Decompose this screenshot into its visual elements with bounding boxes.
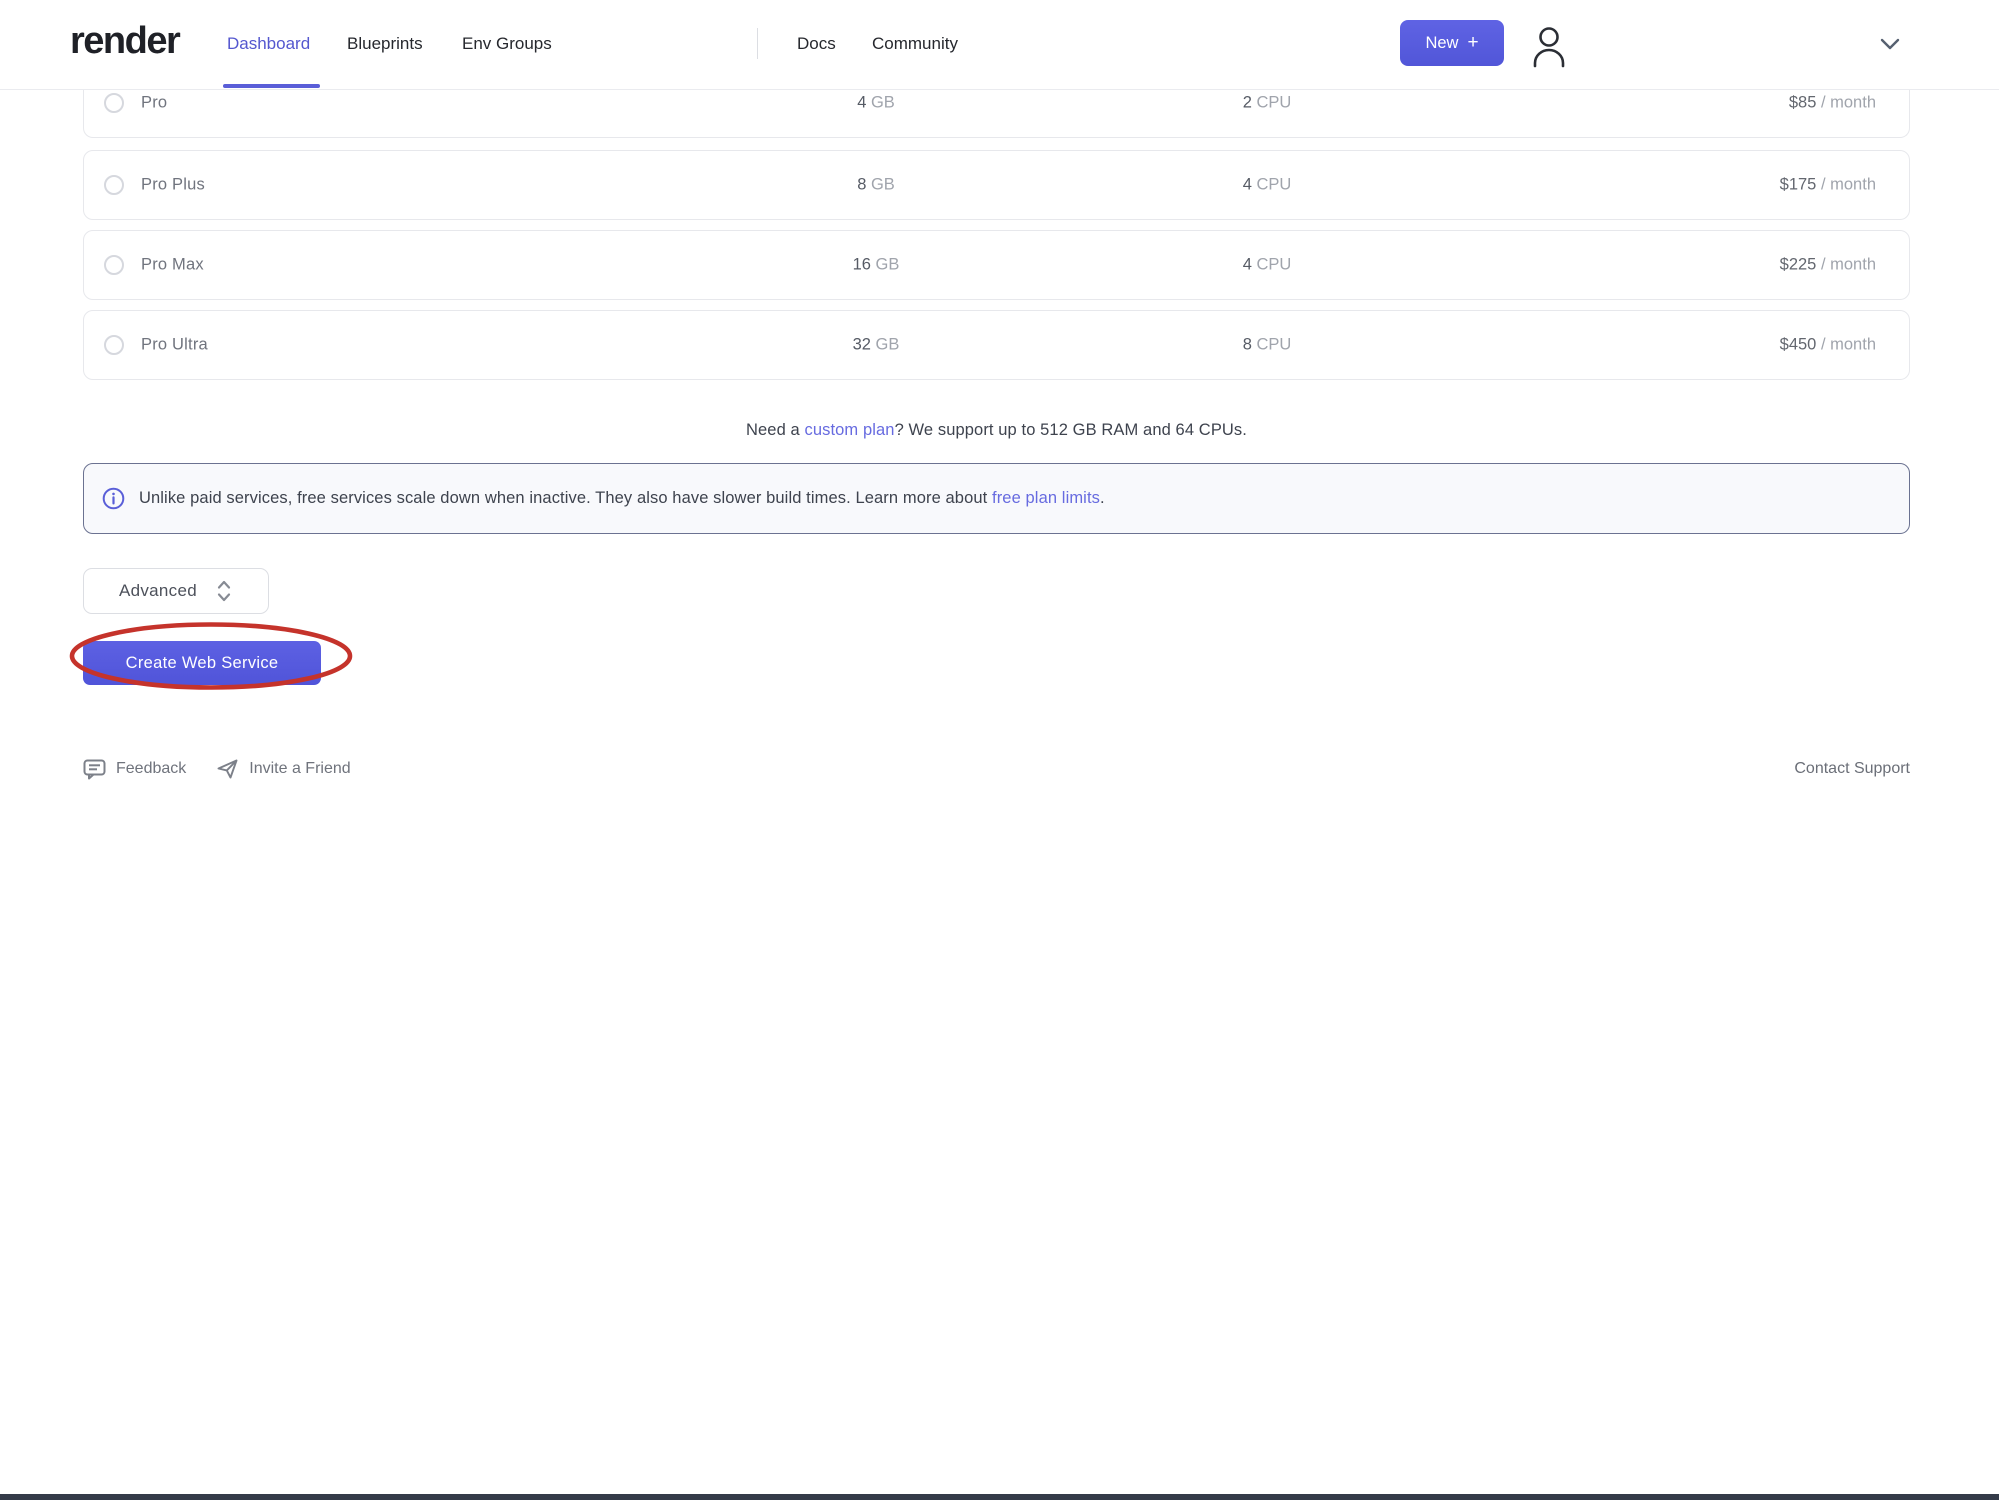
plan-price: $225 / month bbox=[1780, 256, 1876, 275]
feedback-button[interactable]: Feedback bbox=[83, 759, 186, 780]
nav-item-docs[interactable]: Docs bbox=[797, 33, 836, 55]
feedback-bubble-icon bbox=[83, 759, 106, 780]
new-button-label: New bbox=[1425, 34, 1458, 53]
nav-item-blueprints[interactable]: Blueprints bbox=[347, 33, 423, 55]
info-banner-text: Unlike paid services, free services scal… bbox=[139, 489, 1105, 508]
plan-price: $450 / month bbox=[1780, 336, 1876, 355]
plan-ram: 4 GB bbox=[857, 93, 895, 112]
invite-friend-button[interactable]: Invite a Friend bbox=[216, 758, 350, 780]
expand-collapse-icon bbox=[215, 579, 233, 603]
info-circle-icon bbox=[102, 487, 125, 510]
plan-row-pro-plus[interactable]: Pro Plus 8 GB 4 CPU $175 / month bbox=[83, 150, 1910, 220]
plan-row-pro-ultra[interactable]: Pro Ultra 32 GB 8 CPU $450 / month bbox=[83, 310, 1910, 380]
plan-cpu: 4 CPU bbox=[1243, 256, 1292, 275]
plan-name: Pro Ultra bbox=[141, 336, 208, 355]
advanced-toggle[interactable]: Advanced bbox=[83, 568, 269, 614]
plan-radio-pro-ultra[interactable] bbox=[104, 335, 124, 355]
plan-ram: 8 GB bbox=[857, 176, 895, 195]
account-menu-button[interactable] bbox=[1529, 24, 1569, 70]
plan-radio-pro[interactable] bbox=[104, 93, 124, 113]
plan-ram: 16 GB bbox=[853, 256, 900, 275]
nav-item-dashboard[interactable]: Dashboard bbox=[227, 33, 310, 55]
plan-cpu: 4 CPU bbox=[1243, 176, 1292, 195]
plan-selection-section: Pro 4 GB 2 CPU $85 / month Pro Plus 8 GB… bbox=[83, 90, 1910, 782]
plan-name: Pro Plus bbox=[141, 176, 205, 195]
render-create-web-service-page: { "nav": { "logo": "render", "items": [ … bbox=[0, 0, 1999, 1500]
plan-row-pro-max[interactable]: Pro Max 16 GB 4 CPU $225 / month bbox=[83, 230, 1910, 300]
advanced-label: Advanced bbox=[119, 581, 197, 601]
user-avatar-icon bbox=[1529, 24, 1569, 70]
plan-cpu: 8 CPU bbox=[1243, 336, 1292, 355]
custom-plan-note: Need a custom plan? We support up to 512… bbox=[83, 421, 1910, 442]
plan-name: Pro bbox=[141, 93, 167, 112]
nav-item-env-groups[interactable]: Env Groups bbox=[462, 33, 552, 55]
custom-plan-link[interactable]: custom plan bbox=[805, 421, 895, 439]
chevron-down-icon[interactable] bbox=[1880, 38, 1900, 51]
plus-icon: + bbox=[1467, 32, 1478, 54]
plan-radio-pro-plus[interactable] bbox=[104, 175, 124, 195]
free-plan-info-banner: Unlike paid services, free services scal… bbox=[83, 463, 1910, 534]
paper-plane-icon bbox=[216, 758, 239, 780]
plan-name: Pro Max bbox=[141, 256, 204, 275]
new-button[interactable]: New + bbox=[1400, 20, 1504, 66]
plan-ram: 32 GB bbox=[853, 336, 900, 355]
plan-cpu: 2 CPU bbox=[1243, 93, 1292, 112]
plan-price: $175 / month bbox=[1780, 176, 1876, 195]
plan-radio-pro-max[interactable] bbox=[104, 255, 124, 275]
plan-price: $85 / month bbox=[1789, 93, 1876, 112]
nav-divider bbox=[757, 28, 758, 59]
create-web-service-button[interactable]: Create Web Service bbox=[83, 641, 321, 685]
top-nav-bar: render Dashboard Blueprints Env Groups D… bbox=[0, 0, 1999, 90]
invite-friend-label: Invite a Friend bbox=[249, 760, 350, 778]
viewport-bottom-bar bbox=[0, 1494, 1999, 1500]
render-logo: render bbox=[70, 20, 179, 63]
page-footer: Feedback Invite a Friend Contact Support bbox=[83, 756, 1910, 782]
nav-item-community[interactable]: Community bbox=[872, 33, 958, 55]
free-plan-limits-link[interactable]: free plan limits bbox=[992, 489, 1100, 507]
feedback-label: Feedback bbox=[116, 760, 186, 778]
contact-support-link[interactable]: Contact Support bbox=[1794, 760, 1910, 778]
plan-row-pro[interactable]: Pro 4 GB 2 CPU $85 / month bbox=[83, 90, 1910, 138]
